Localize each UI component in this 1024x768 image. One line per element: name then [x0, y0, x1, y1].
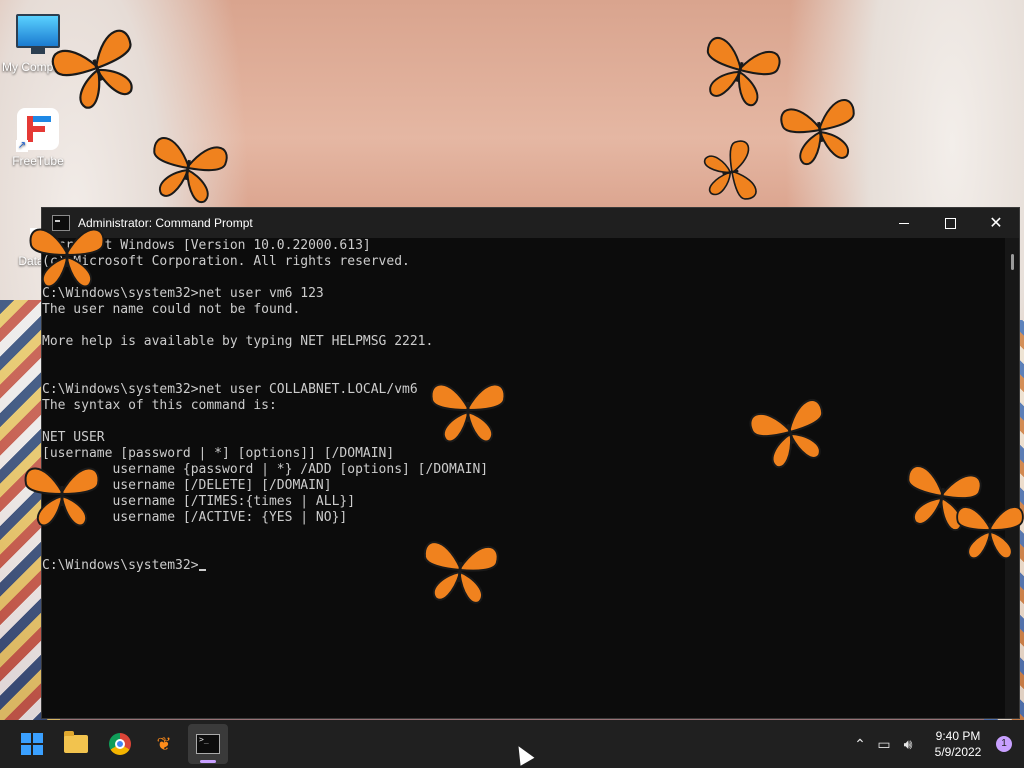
taskbar: ❦ ⌃ ▭ 🔊︎ 9:40 PM 5/9/2022 1: [0, 720, 1024, 768]
notification-badge[interactable]: 1: [996, 736, 1012, 752]
close-icon: ✕: [989, 215, 1003, 232]
terminal-line: The syntax of this command is:: [42, 398, 277, 413]
command-prompt-icon: [196, 734, 220, 754]
terminal-line: username {password | *} /ADD [options] […: [42, 462, 489, 477]
command-prompt-window[interactable]: Administrator: Command Prompt ✕ Microsof…: [41, 207, 1020, 719]
terminal-line: username [/DELETE] [/DOMAIN]: [42, 478, 332, 493]
start-button[interactable]: [12, 724, 52, 764]
network-icon[interactable]: ▭: [872, 736, 896, 753]
file-explorer-icon: [64, 731, 88, 753]
start-icon: [21, 733, 43, 755]
my-computer-icon: [16, 14, 60, 58]
terminal-line: NET USER: [42, 430, 105, 445]
volume-icon[interactable]: 🔊︎: [896, 736, 920, 753]
butterfly-app-icon: ❦: [156, 733, 172, 755]
terminal-line: username [/TIMES:{times | ALL}]: [42, 494, 356, 509]
minimize-button[interactable]: [881, 208, 927, 238]
terminal-line: More help is available by typing NET HEL…: [42, 334, 434, 349]
title-bar[interactable]: Administrator: Command Prompt ✕: [42, 208, 1019, 238]
terminal-line: The user name could not be found.: [42, 302, 301, 317]
clock[interactable]: 9:40 PM 5/9/2022: [926, 728, 990, 760]
text-cursor: [198, 569, 206, 571]
close-button[interactable]: ✕: [973, 208, 1019, 238]
freetube-icon: ↗: [16, 108, 60, 152]
terminal-output[interactable]: Microsoft Windows [Version 10.0.22000.61…: [42, 238, 1005, 718]
chrome-button[interactable]: [100, 724, 140, 764]
terminal-line: (c) Microsoft Corporation. All rights re…: [42, 254, 410, 269]
desktop-icon-label: My Computer: [1, 60, 75, 74]
maximize-button[interactable]: [927, 208, 973, 238]
butterfly-icon: [706, 37, 781, 107]
terminal-line: username [/ACTIVE: {YES | NO}]: [42, 510, 348, 525]
desktop-icon-label: FreeTube: [12, 154, 64, 168]
clock-time: 9:40 PM: [935, 729, 981, 743]
maximize-icon: [944, 217, 956, 229]
terminal-line: Microsoft Windows [Version 10.0.22000.61…: [42, 238, 371, 253]
terminal-line: C:\Windows\system32>: [42, 558, 1005, 574]
command-prompt-taskbar-button[interactable]: [188, 724, 228, 764]
terminal-line: C:\Windows\system32>net user vm6 123: [42, 286, 324, 301]
terminal-line: [username [password | *] [options]] [/DO…: [42, 446, 395, 461]
system-tray: ⌃ ▭ 🔊︎ 9:40 PM 5/9/2022 1: [848, 720, 1024, 768]
scrollbar[interactable]: [1005, 238, 1019, 718]
command-prompt-icon: [52, 215, 70, 231]
butterfly-icon: [703, 140, 757, 200]
scrollbar-thumb[interactable]: [1011, 254, 1014, 270]
file-explorer-button[interactable]: [56, 724, 96, 764]
terminal-line: C:\Windows\system32>net user COLLABNET.L…: [42, 382, 418, 397]
chrome-icon: [109, 733, 131, 755]
clock-date: 5/9/2022: [934, 745, 982, 759]
window-title: Administrator: Command Prompt: [78, 216, 253, 230]
minimize-icon: [899, 222, 909, 224]
desktop-icon-my-computer[interactable]: My Computer: [0, 10, 76, 74]
butterfly-app-button[interactable]: ❦: [144, 724, 184, 764]
chevron-up-icon[interactable]: ⌃: [848, 736, 872, 753]
desktop-icon-freetube[interactable]: ↗ FreeTube: [0, 108, 76, 168]
